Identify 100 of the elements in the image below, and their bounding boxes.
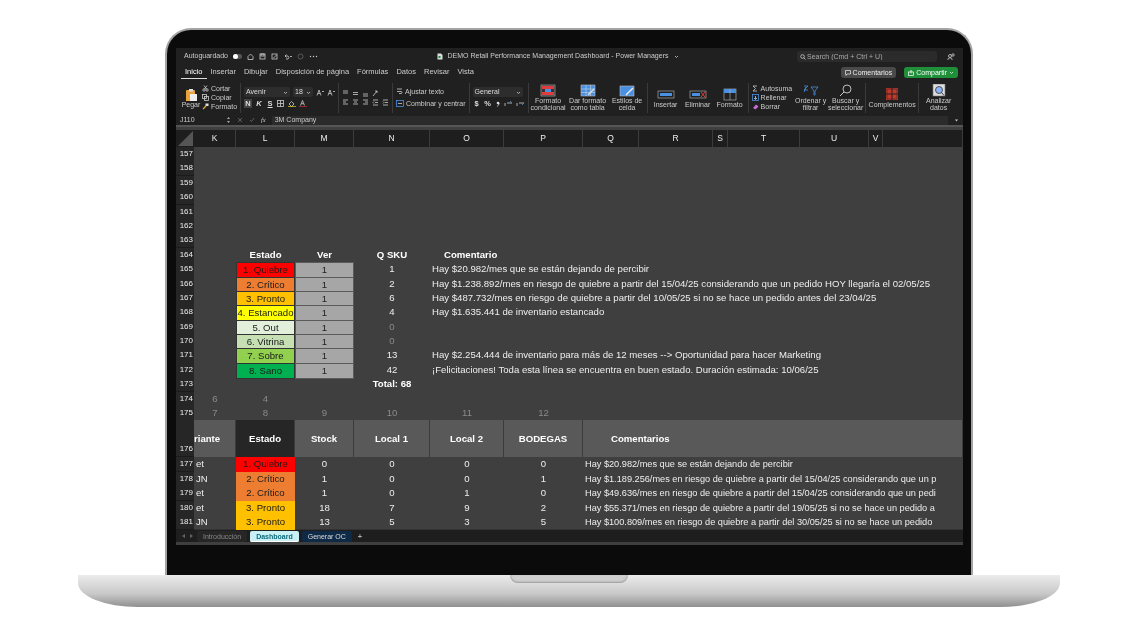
fill-color-icon[interactable] — [288, 100, 297, 107]
table-cell-text: et — [195, 500, 205, 515]
decrease-decimal-icon[interactable] — [515, 100, 525, 107]
table-cell-text: 0 — [320, 457, 329, 472]
next-sheet-icon[interactable] — [189, 533, 194, 540]
indent-increase-icon[interactable] — [382, 98, 390, 106]
row-number[interactable]: 168 — [176, 305, 194, 322]
table-cell-text: 0 — [388, 471, 396, 486]
row-number[interactable]: 179 — [176, 486, 194, 502]
stepper-icon[interactable] — [226, 116, 231, 124]
table-cell-text: 0 — [463, 457, 471, 472]
column-letter[interactable]: S — [713, 130, 728, 147]
column-heading: Comentario — [443, 247, 499, 262]
table-cell-text: 5 — [388, 515, 396, 529]
column-heading: Estado — [236, 420, 295, 458]
status-cell: 1. Quiebre — [236, 262, 295, 279]
document-icon — [436, 53, 443, 60]
chart-magnifier-icon — [929, 84, 948, 97]
copy-icon — [202, 94, 209, 101]
grow-font-icon[interactable] — [316, 88, 325, 96]
row-number[interactable]: 176 — [176, 420, 194, 458]
comment-text: Hay $1.189.256/mes en riesgo de quiebre a partir del 15/04/25 considerando que un p — [584, 472, 938, 486]
cancel-icon[interactable] — [237, 117, 243, 123]
font-color-icon[interactable] — [299, 100, 308, 107]
comment-text: Hay $20.982/mes que se están dejando de percibir — [584, 458, 794, 472]
insert-cells-icon — [656, 87, 675, 101]
autosave-toggle[interactable] — [233, 54, 242, 59]
borders-icon[interactable] — [277, 100, 286, 107]
column-heading: Stock — [295, 420, 354, 458]
table-cell-text: 12 — [537, 406, 550, 421]
row-number[interactable]: 158 — [176, 161, 194, 177]
table-cell-text: 0 — [388, 319, 396, 334]
comment-text: Hay $1.635.441 de inventario estancado — [431, 305, 606, 320]
row-number[interactable]: 163 — [176, 233, 194, 249]
home-icon[interactable] — [247, 53, 254, 60]
row-number[interactable]: 173 — [176, 377, 194, 393]
conditional-format-icon — [539, 84, 558, 97]
table-cell-text: 1 — [320, 486, 329, 501]
table-cell-text: 10 — [385, 406, 399, 421]
column-heading: Estado — [248, 247, 283, 262]
column-letter[interactable]: Q — [583, 130, 639, 147]
column-letter[interactable]: K — [194, 130, 236, 147]
column-heading: Local 1 — [354, 420, 430, 458]
edit-icon[interactable] — [271, 53, 278, 60]
comma-style-icon[interactable] — [494, 100, 501, 107]
table-cell-text: 3 — [463, 515, 471, 529]
column-letter[interactable]: O — [430, 130, 504, 147]
eraser-icon — [751, 103, 759, 110]
table-cell-text: 6 — [211, 391, 219, 406]
row-number[interactable]: 160 — [176, 190, 194, 206]
row-number[interactable]: 171 — [176, 348, 194, 365]
table-cell: 1 — [295, 262, 354, 279]
column-letter[interactable]: R — [639, 130, 713, 147]
save-icon[interactable] — [259, 53, 266, 60]
table-cell-text: 1 — [539, 471, 548, 486]
comment-text: ¡Felicitaciones! Toda esta línea se encuentra en buen estado. Duración estimada: 10/06/25 — [431, 362, 820, 377]
brush-icon — [202, 103, 209, 110]
row-number[interactable]: 165 — [176, 262, 194, 279]
row-number[interactable]: 177 — [176, 457, 194, 473]
column-letter[interactable]: P — [504, 130, 583, 147]
table-cell-text: 5 — [539, 515, 548, 529]
table-cell-text: JN — [195, 471, 209, 486]
table-cell-text: 1 — [320, 471, 329, 486]
increase-decimal-icon[interactable] — [503, 100, 513, 107]
fill-down-icon — [751, 94, 759, 101]
column-heading: Ver — [316, 247, 333, 262]
table-cell-text: 0 — [388, 457, 396, 472]
caret-icon — [949, 70, 954, 75]
column-letter[interactable]: U — [800, 130, 869, 147]
comment-icon — [844, 69, 851, 76]
column-letter[interactable]: L — [236, 130, 295, 147]
column-letter[interactable]: N — [354, 130, 430, 147]
caret-icon — [306, 89, 312, 95]
merge-icon — [396, 100, 405, 107]
cell-styles-icon — [618, 84, 637, 97]
table-cell-text: 0 — [388, 486, 396, 501]
comment-text: Hay $100.809/mes en riesgo de quiebre a partir del 30/05/25 si no se hace un pedido — [584, 516, 934, 529]
shrink-font-icon[interactable] — [327, 88, 336, 96]
delete-cells-icon — [688, 87, 707, 101]
table-cell-text: et — [195, 486, 205, 501]
column-letter[interactable]: V — [869, 130, 883, 147]
sigma-icon — [751, 85, 759, 92]
share-people-icon[interactable] — [947, 52, 955, 61]
caret-icon — [283, 89, 289, 95]
previous-sheet-icon[interactable] — [181, 533, 186, 540]
align-middle-icon[interactable] — [352, 89, 360, 97]
caret-icon[interactable] — [673, 54, 679, 59]
undo-icon[interactable] — [283, 53, 292, 60]
more-icon[interactable] — [309, 53, 318, 60]
status-cell: 4. Estancado — [236, 305, 295, 322]
table-cell-text: 0 — [463, 471, 471, 486]
table-cell-text: 6 — [388, 290, 396, 305]
comment-text: Hay $55.371/mes en riesgo de quiebre a partir del 19/05/25 si no se hace un pedido a — [584, 501, 936, 515]
status-cell: 7. Sobre — [236, 348, 295, 365]
indent-decrease-icon[interactable] — [372, 98, 380, 106]
column-letter[interactable]: T — [728, 130, 800, 147]
caret-icon[interactable] — [954, 117, 959, 123]
search-icon — [800, 53, 806, 60]
column-letter[interactable]: M — [295, 130, 354, 147]
table-cell-text: 42 — [385, 362, 399, 377]
